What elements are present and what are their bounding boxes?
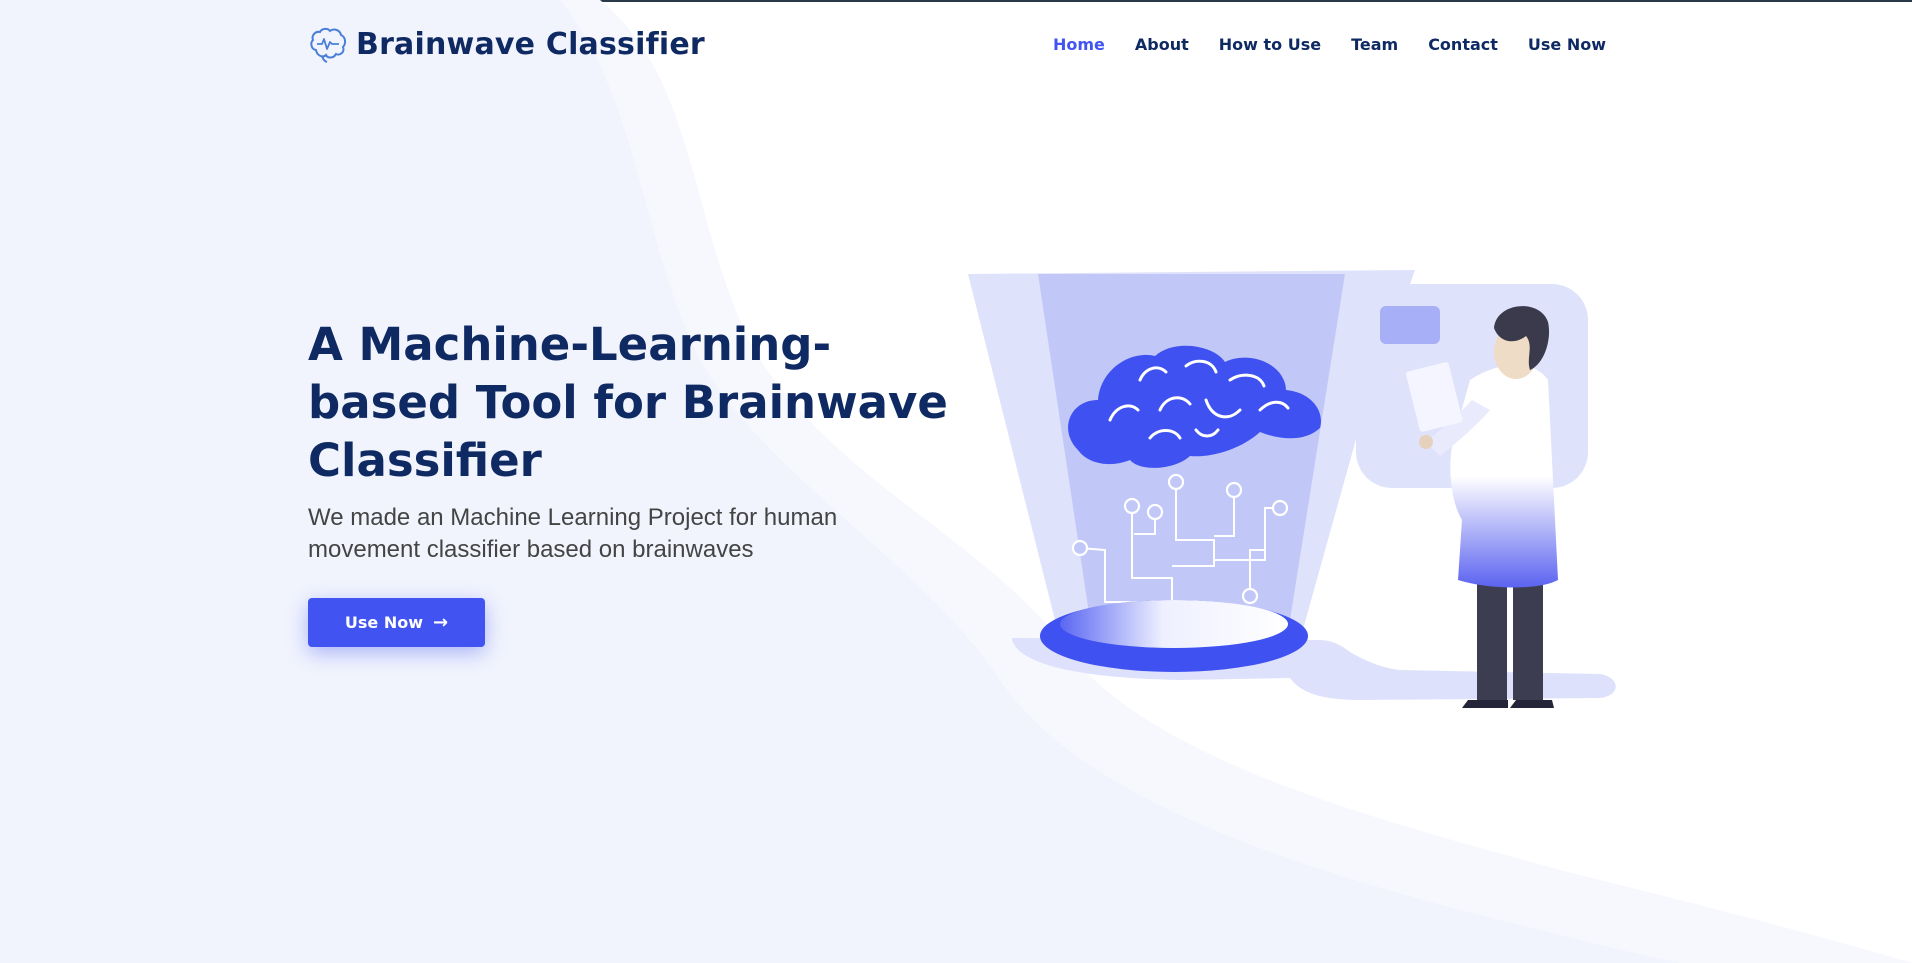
nav-use-now[interactable]: Use Now bbox=[1528, 35, 1606, 54]
background-wave bbox=[0, 0, 1912, 963]
use-now-label: Use Now bbox=[344, 613, 423, 632]
brand-logo[interactable]: Brainwave Classifier bbox=[308, 24, 705, 64]
hero-illustration bbox=[968, 270, 1616, 708]
nav-team[interactable]: Team bbox=[1351, 35, 1398, 54]
brain-icon bbox=[310, 27, 347, 63]
arrow-right-icon: → bbox=[433, 612, 449, 633]
platform-top bbox=[1060, 600, 1288, 648]
hero-subtitle: We made an Machine Learning Project for … bbox=[308, 504, 838, 563]
nav-home[interactable]: Home bbox=[1053, 35, 1105, 54]
nav-about[interactable]: About bbox=[1135, 35, 1189, 54]
hero-title: A Machine-Learning-based Tool for Brainw… bbox=[308, 318, 948, 487]
site-header: Brainwave Classifier Home About How to U… bbox=[308, 22, 1606, 66]
hero-section: A Machine-Learning-based Tool for Brainw… bbox=[308, 316, 948, 647]
person-coat bbox=[1450, 365, 1558, 588]
nav-how-to-use[interactable]: How to Use bbox=[1219, 35, 1321, 54]
main-nav: Home About How to Use Team Contact Use N… bbox=[1053, 35, 1606, 54]
brand-name: Brainwave Classifier bbox=[356, 26, 705, 62]
nav-contact[interactable]: Contact bbox=[1428, 35, 1498, 54]
screen-window bbox=[1380, 306, 1440, 344]
use-now-button[interactable]: Use Now → bbox=[308, 598, 485, 647]
